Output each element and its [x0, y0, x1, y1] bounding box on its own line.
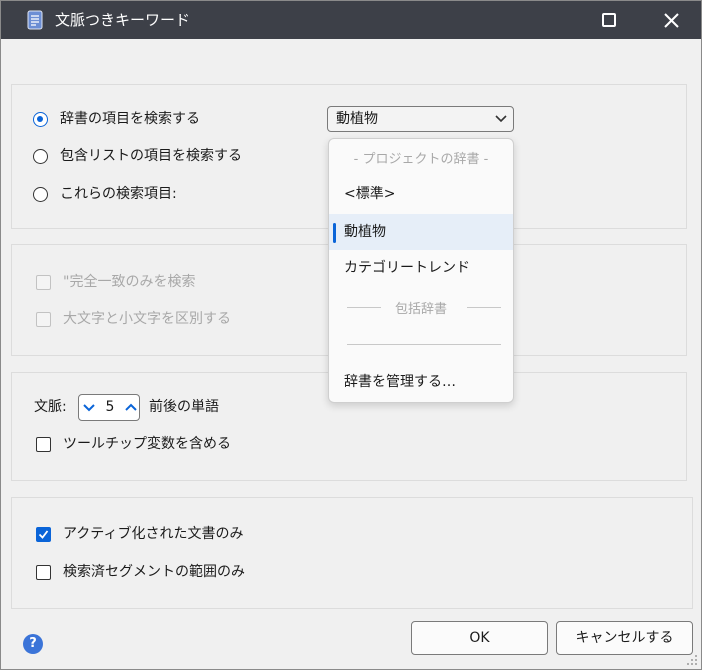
searched-segments-label: 検索済セグメントの範囲のみ	[63, 564, 245, 580]
dropdown-item-standard[interactable]: <標準>	[329, 176, 513, 212]
cancel-button[interactable]: キャンセルする	[556, 621, 693, 655]
radio-these-items-label: これらの検索項目:	[60, 186, 177, 202]
exact-match-row: "完全一致のみを検索	[36, 272, 195, 292]
radio-row-inclusion-list[interactable]: 包含リストの項目を検索する	[33, 146, 242, 166]
close-icon	[664, 13, 679, 28]
tooltip-vars-label: ツールチップ変数を含める	[63, 436, 231, 452]
context-label: 文脈:	[34, 399, 67, 415]
searched-segments-checkbox[interactable]	[36, 564, 51, 580]
title-bar[interactable]: 文脈つきキーワード	[1, 1, 701, 39]
dictionary-select[interactable]: 動植物	[327, 106, 514, 132]
check-icon	[38, 529, 49, 539]
context-suffix-label: 前後の単語	[149, 399, 219, 415]
active-docs-row[interactable]: アクティブ化された文書のみ	[36, 524, 243, 544]
dictionary-select-value: 動植物	[336, 111, 378, 127]
dropdown-group-project-dictionaries: - プロジェクトの辞書 -	[353, 152, 489, 167]
group-divider-right	[467, 307, 501, 308]
radio-row-these-items[interactable]: これらの検索項目:	[33, 184, 177, 204]
maximize-button[interactable]	[589, 1, 629, 39]
close-button[interactable]	[651, 1, 691, 39]
radio-these-items[interactable]	[33, 186, 48, 202]
dropdown-item-plants-animals[interactable]: 動植物	[329, 214, 513, 250]
context-words-value[interactable]: 5	[101, 398, 119, 416]
radio-inclusion-list-label: 包含リストの項目を検索する	[60, 148, 242, 164]
ok-button[interactable]: OK	[411, 621, 548, 655]
dialog-window: 文脈つきキーワード 辞書の項目を検索する 包含リストの項目を検索する これらの検…	[0, 0, 702, 670]
resize-grip-icon[interactable]	[685, 653, 699, 667]
window-title: 文脈つきキーワード	[55, 11, 191, 29]
tooltip-vars-checkbox[interactable]	[36, 436, 51, 452]
active-docs-checkbox[interactable]	[36, 526, 51, 542]
radio-row-dictionary[interactable]: 辞書の項目を検索する	[33, 109, 200, 129]
dropdown-item-label: 辞書を管理する…	[344, 374, 456, 390]
dropdown-item-manage-dictionaries[interactable]: 辞書を管理する…	[329, 364, 513, 400]
tooltip-vars-row[interactable]: ツールチップ変数を含める	[36, 434, 231, 454]
dropdown-divider	[347, 344, 501, 345]
chevron-down-icon[interactable]	[82, 403, 96, 413]
app-document-icon	[27, 10, 43, 30]
dropdown-group-inclusive-dictionaries: 包括辞書	[394, 302, 447, 317]
radio-inclusion-list[interactable]	[33, 148, 48, 164]
radio-dictionary[interactable]	[33, 111, 48, 127]
case-sensitive-label: 大文字と小文字を区別する	[63, 311, 231, 327]
searched-segments-row[interactable]: 検索済セグメントの範囲のみ	[36, 562, 245, 582]
context-words-stepper[interactable]: 5	[78, 394, 140, 421]
exact-match-checkbox	[36, 274, 51, 290]
dictionary-dropdown-list: - プロジェクトの辞書 - <標準> 動植物 カテゴリートレンド 包括辞書 辞書…	[328, 138, 514, 403]
dropdown-item-label: 動植物	[344, 224, 386, 240]
dropdown-item-label: カテゴリートレンド	[344, 260, 470, 276]
radio-dictionary-label: 辞書の項目を検索する	[60, 111, 200, 127]
chevron-up-icon[interactable]	[124, 402, 138, 412]
active-docs-label: アクティブ化された文書のみ	[63, 526, 244, 542]
case-sensitive-row: 大文字と小文字を区別する	[36, 309, 231, 329]
maximize-icon	[602, 13, 616, 27]
dropdown-item-category-trend[interactable]: カテゴリートレンド	[329, 250, 513, 286]
exact-match-label: "完全一致のみを検索	[63, 274, 196, 290]
chevron-down-icon	[495, 115, 507, 123]
case-sensitive-checkbox	[36, 311, 51, 327]
help-icon[interactable]: ?	[23, 634, 43, 654]
scope-group	[11, 497, 693, 609]
selection-indicator	[333, 223, 336, 243]
dropdown-item-label: <標準>	[344, 186, 396, 202]
